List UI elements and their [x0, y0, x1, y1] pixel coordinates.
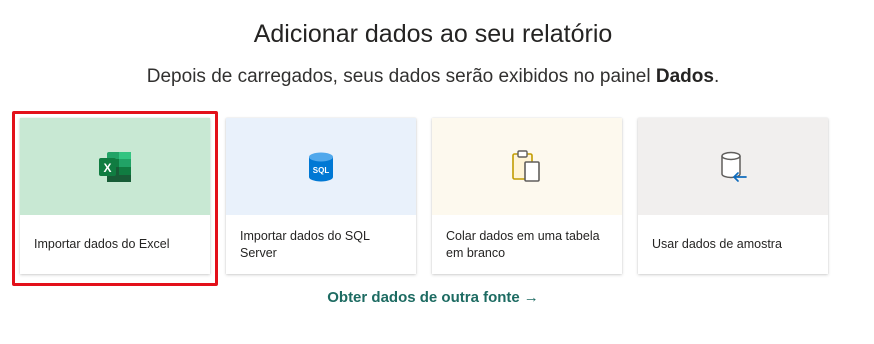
- subtitle-period: .: [713, 66, 720, 87]
- get-data-other-source-link[interactable]: Obter dados de outra fonte →: [0, 288, 866, 308]
- subtitle-text: Depois de carregados, seus dados serão e…: [146, 66, 656, 87]
- card-art: SQL: [226, 118, 416, 215]
- link-label: Obter dados de outra fonte: [327, 289, 520, 306]
- page-subtitle: Depois de carregados, seus dados serão e…: [0, 64, 866, 90]
- sql-database-icon: SQL: [309, 152, 333, 181]
- card-label: Colar dados em uma tabela em branco: [446, 228, 600, 260]
- clipboard-paste-icon: [512, 149, 540, 182]
- svg-text:X: X: [103, 161, 111, 175]
- import-excel-card[interactable]: X Importar dados do Excel: [20, 118, 210, 274]
- svg-text:SQL: SQL: [313, 166, 330, 175]
- card-art: X: [20, 118, 210, 215]
- sample-data-card[interactable]: Usar dados de amostra: [638, 118, 828, 274]
- card-label: Importar dados do Excel: [34, 237, 170, 251]
- sample-data-icon: [721, 151, 747, 182]
- excel-icon: X: [99, 151, 131, 182]
- arrow-right-icon: →: [523, 289, 539, 306]
- card-art: [432, 118, 622, 215]
- import-sql-server-card[interactable]: SQL Importar dados do SQL Server: [226, 118, 416, 274]
- subtitle-data-pane-name: Dados: [655, 66, 714, 87]
- card-label: Usar dados de amostra: [652, 237, 782, 251]
- card-label: Importar dados do SQL Server: [240, 228, 370, 260]
- page-title: Adicionar dados ao seu relatório: [253, 20, 613, 48]
- card-art: [638, 118, 828, 215]
- paste-data-card[interactable]: Colar dados em uma tabela em branco: [432, 118, 622, 274]
